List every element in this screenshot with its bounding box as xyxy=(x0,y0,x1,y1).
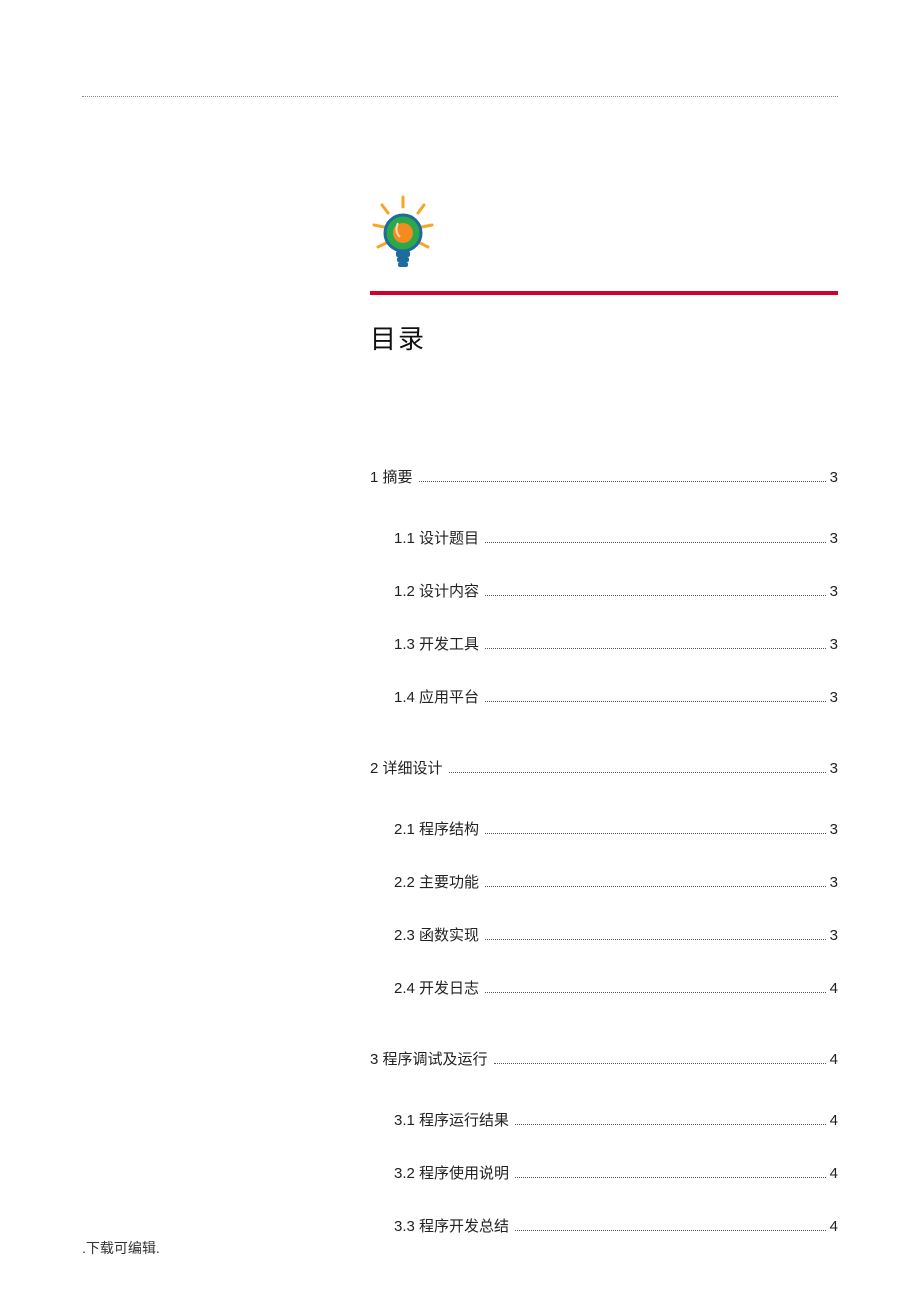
toc-entry-page: 4 xyxy=(830,1051,838,1068)
toc-entry-page: 4 xyxy=(830,1218,838,1235)
toc-leader-dots xyxy=(485,992,826,993)
toc-leader-dots xyxy=(485,886,826,887)
toc-entry-page: 3 xyxy=(830,874,838,891)
toc-entry: 3 程序调试及运行 4 xyxy=(370,1048,838,1069)
toc-entry: 1.1 设计题目 3 xyxy=(370,527,838,548)
toc-entry-label: 1.1 设计题目 xyxy=(394,527,479,548)
toc-entry: 3.2 程序使用说明 4 xyxy=(370,1162,838,1183)
toc-entry-label: 3.1 程序运行结果 xyxy=(394,1109,509,1130)
toc-leader-dots xyxy=(485,542,826,543)
toc-entry: 2.2 主要功能 3 xyxy=(370,871,838,892)
toc-entry-label: 1.4 应用平台 xyxy=(394,686,479,707)
toc-entry-page: 3 xyxy=(830,760,838,777)
toc-entry: 2.3 函数实现 3 xyxy=(370,924,838,945)
toc-entry-page: 3 xyxy=(830,583,838,600)
title-rule xyxy=(370,291,838,295)
toc-entry: 1.2 设计内容 3 xyxy=(370,580,838,601)
toc-entry-page: 4 xyxy=(830,1165,838,1182)
toc-leader-dots xyxy=(515,1230,826,1231)
toc-entry: 2 详细设计 3 xyxy=(370,757,838,778)
toc-entry: 1 摘要 3 xyxy=(370,466,838,487)
toc-leader-dots xyxy=(485,595,826,596)
toc-entry-label: 2.3 函数实现 xyxy=(394,924,479,945)
toc-entry-label: 3.2 程序使用说明 xyxy=(394,1162,509,1183)
toc-leader-dots xyxy=(485,833,826,834)
header-rule xyxy=(82,96,838,97)
toc-entry-label: 2.4 开发日志 xyxy=(394,977,479,998)
toc-entry-label: 2 详细设计 xyxy=(370,757,443,778)
toc-entry-label: 1.2 设计内容 xyxy=(394,580,479,601)
toc-leader-dots xyxy=(449,772,826,773)
toc-entry-label: 2.1 程序结构 xyxy=(394,818,479,839)
toc-leader-dots xyxy=(419,481,826,482)
toc-entry-label: 3.3 程序开发总结 xyxy=(394,1215,509,1236)
toc-entry: 1.4 应用平台 3 xyxy=(370,686,838,707)
toc-entry-page: 3 xyxy=(830,689,838,706)
toc-entry-page: 3 xyxy=(830,821,838,838)
toc-list: 1 摘要31.1 设计题目31.2 设计内容31.3 开发工具31.4 应用平台… xyxy=(370,466,838,1236)
toc-entry: 3.3 程序开发总结 4 xyxy=(370,1215,838,1236)
toc-entry: 2.1 程序结构 3 xyxy=(370,818,838,839)
toc-leader-dots xyxy=(515,1124,826,1125)
toc-leader-dots xyxy=(515,1177,826,1178)
toc-entry-label: 1.3 开发工具 xyxy=(394,633,479,654)
toc-leader-dots xyxy=(485,701,826,702)
toc-entry-label: 2.2 主要功能 xyxy=(394,871,479,892)
toc-leader-dots xyxy=(485,939,826,940)
toc-entry-page: 3 xyxy=(830,530,838,547)
toc-entry: 1.3 开发工具 3 xyxy=(370,633,838,654)
toc-entry-page: 4 xyxy=(830,1112,838,1129)
toc-entry: 2.4 开发日志 4 xyxy=(370,977,838,998)
toc-entry-page: 4 xyxy=(830,980,838,997)
page-content: 目录 1 摘要31.1 设计题目31.2 设计内容31.3 开发工具31.4 应… xyxy=(370,195,838,1268)
toc-entry-label: 3 程序调试及运行 xyxy=(370,1048,488,1069)
toc-entry: 3.1 程序运行结果 4 xyxy=(370,1109,838,1130)
toc-title: 目录 xyxy=(370,319,838,356)
toc-leader-dots xyxy=(485,648,826,649)
toc-entry-page: 3 xyxy=(830,469,838,486)
toc-entry-page: 3 xyxy=(830,927,838,944)
toc-entry-page: 3 xyxy=(830,636,838,653)
toc-leader-dots xyxy=(494,1063,826,1064)
lightbulb-icon xyxy=(370,195,436,273)
toc-entry-label: 1 摘要 xyxy=(370,466,413,487)
footer-text: .下载可编辑. xyxy=(82,1238,160,1258)
